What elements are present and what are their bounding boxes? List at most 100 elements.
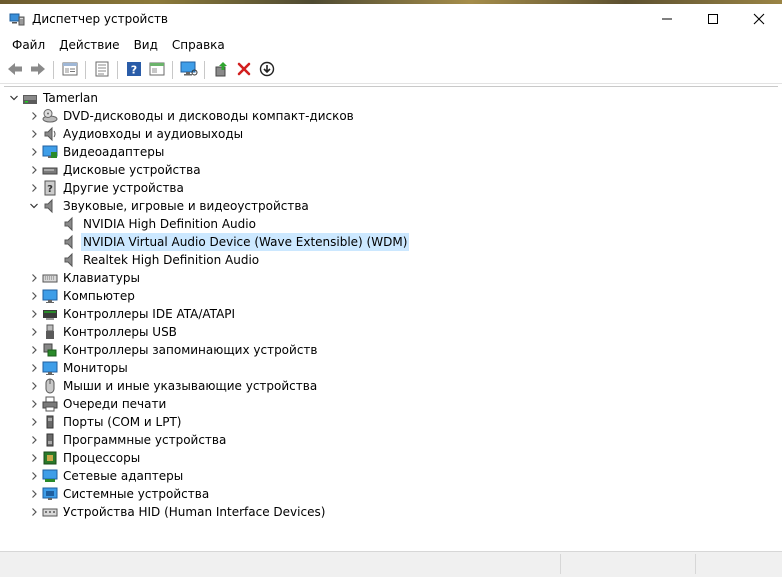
- chevron-right-icon[interactable]: [26, 179, 42, 197]
- chevron-right-icon[interactable]: [26, 413, 42, 431]
- delete-icon: [237, 62, 251, 79]
- scan-hardware-button[interactable]: [178, 59, 200, 81]
- tree-item-software-devices[interactable]: Программные устройства: [26, 431, 228, 449]
- tree-item-storage-controllers[interactable]: Контроллеры запоминающих устройств: [26, 341, 319, 359]
- disable-device-button[interactable]: [256, 59, 278, 81]
- tree-item-hid[interactable]: Устройства HID (Human Interface Devices): [26, 503, 327, 521]
- add-driver-icon: [213, 61, 229, 80]
- status-bar: [0, 551, 782, 577]
- tree-child-realtek-hd-audio[interactable]: Realtek High Definition Audio: [62, 251, 261, 269]
- tree-item-system-devices[interactable]: Системные устройства: [26, 485, 211, 503]
- tree-item-ide-controllers[interactable]: Контроллеры IDE ATA/ATAPI: [26, 305, 237, 323]
- hid-icon: [42, 504, 58, 520]
- tree-item-label: Видеоадаптеры: [63, 145, 165, 159]
- disk-icon: [42, 162, 58, 178]
- tree-item-network-adapters[interactable]: Сетевые адаптеры: [26, 467, 185, 485]
- chevron-down-icon[interactable]: [6, 89, 22, 107]
- maximize-button[interactable]: [690, 4, 736, 34]
- minimize-button[interactable]: [644, 4, 690, 34]
- tree-item-label: DVD-дисководы и дисководы компакт-дисков: [63, 109, 354, 123]
- device-manager-icon: [9, 11, 25, 27]
- chevron-right-icon[interactable]: [26, 485, 42, 503]
- tree-item-mice[interactable]: Мыши и иные указывающие устройства: [26, 377, 319, 395]
- chevron-down-icon[interactable]: [26, 197, 42, 215]
- device-tree-pane[interactable]: Tamerlan DVD-дисководы и дисководы компа…: [4, 86, 778, 549]
- tree-item-print-queues[interactable]: Очереди печати: [26, 395, 168, 413]
- update-list-button[interactable]: [91, 59, 113, 81]
- tree-item-label: Другие устройства: [63, 181, 184, 195]
- menu-help[interactable]: Справка: [165, 38, 232, 52]
- chevron-right-icon[interactable]: [26, 431, 42, 449]
- chevron-right-icon[interactable]: [26, 359, 42, 377]
- tree-child-label: NVIDIA High Definition Audio: [83, 217, 256, 231]
- toolbar-separator: [204, 61, 205, 79]
- storage-controller-icon: [42, 342, 58, 358]
- tree-item-label: Мониторы: [63, 361, 128, 375]
- menu-file[interactable]: Файл: [5, 38, 52, 52]
- forward-button[interactable]: [27, 59, 49, 81]
- tree-item-label: Аудиовходы и аудиовыходы: [63, 127, 244, 141]
- tree-item-label: Клавиатуры: [63, 271, 140, 285]
- chevron-right-icon[interactable]: [26, 449, 42, 467]
- update-driver-button[interactable]: [210, 59, 232, 81]
- tree-item-usb-controllers[interactable]: Контроллеры USB: [26, 323, 179, 341]
- tree-child-nvidia-virtual-audio[interactable]: NVIDIA Virtual Audio Device (Wave Extens…: [62, 233, 410, 251]
- computer-icon: [42, 288, 58, 304]
- chevron-right-icon[interactable]: [26, 161, 42, 179]
- back-arrow-icon: [6, 61, 24, 80]
- chevron-right-icon[interactable]: [26, 377, 42, 395]
- chevron-right-icon[interactable]: [26, 467, 42, 485]
- menu-action[interactable]: Действие: [52, 38, 126, 52]
- chevron-right-icon[interactable]: [26, 341, 42, 359]
- chevron-right-icon[interactable]: [26, 287, 42, 305]
- tree-item-disk-drives[interactable]: Дисковые устройства: [26, 161, 203, 179]
- tree-item-label: Сетевые адаптеры: [63, 469, 184, 483]
- help-button[interactable]: ?: [123, 59, 145, 81]
- show-hide-console-tree-button[interactable]: [59, 59, 81, 81]
- close-button[interactable]: [736, 4, 782, 34]
- tree-item-keyboards[interactable]: Клавиатуры: [26, 269, 142, 287]
- svg-text:?: ?: [131, 63, 137, 76]
- toolbar-separator: [172, 61, 173, 79]
- tree-item-label: Порты (COM и LPT): [63, 415, 182, 429]
- view-button[interactable]: [146, 59, 168, 81]
- status-cell: [560, 554, 696, 574]
- menu-view[interactable]: Вид: [127, 38, 165, 52]
- tree-item-display-adapters[interactable]: Видеоадаптеры: [26, 143, 166, 161]
- mouse-icon: [42, 378, 58, 394]
- tree-item-label: Дисковые устройства: [63, 163, 201, 177]
- tree-item-label: Контроллеры USB: [63, 325, 177, 339]
- tree-item-other-devices[interactable]: ? Другие устройства: [26, 179, 186, 197]
- tree-item-dvd[interactable]: DVD-дисководы и дисководы компакт-дисков: [26, 107, 356, 125]
- properties-icon: [62, 61, 78, 80]
- tree-root[interactable]: Tamerlan: [6, 89, 100, 107]
- tree-item-ports[interactable]: Порты (COM и LPT): [26, 413, 183, 431]
- update-list-icon: [94, 61, 110, 80]
- tree-item-monitors[interactable]: Мониторы: [26, 359, 130, 377]
- chevron-right-icon[interactable]: [26, 269, 42, 287]
- chevron-right-icon[interactable]: [26, 395, 42, 413]
- tree-item-label: Звуковые, игровые и видеоустройства: [63, 199, 309, 213]
- title-bar[interactable]: Диспетчер устройств: [0, 4, 782, 34]
- keyboard-icon: [42, 270, 58, 286]
- tree-item-label: Мыши и иные указывающие устройства: [63, 379, 318, 393]
- tree-item-sound-devices[interactable]: Звуковые, игровые и видеоустройства: [26, 197, 311, 215]
- toolbar: ?: [0, 57, 782, 84]
- back-button[interactable]: [4, 59, 26, 81]
- uninstall-device-button[interactable]: [233, 59, 255, 81]
- tree-item-audio-io[interactable]: Аудиовходы и аудиовыходы: [26, 125, 245, 143]
- toolbar-separator: [53, 61, 54, 79]
- tree-item-processors[interactable]: Процессоры: [26, 449, 142, 467]
- status-cell: [695, 554, 781, 574]
- speaker-icon: [62, 216, 78, 232]
- chevron-right-icon[interactable]: [26, 323, 42, 341]
- usb-icon: [42, 324, 58, 340]
- system-icon: [42, 486, 58, 502]
- chevron-right-icon[interactable]: [26, 125, 42, 143]
- tree-item-computer[interactable]: Компьютер: [26, 287, 137, 305]
- chevron-right-icon[interactable]: [26, 305, 42, 323]
- chevron-right-icon[interactable]: [26, 143, 42, 161]
- tree-child-nvidia-hd-audio[interactable]: NVIDIA High Definition Audio: [62, 215, 258, 233]
- chevron-right-icon[interactable]: [26, 503, 42, 521]
- chevron-right-icon[interactable]: [26, 107, 42, 125]
